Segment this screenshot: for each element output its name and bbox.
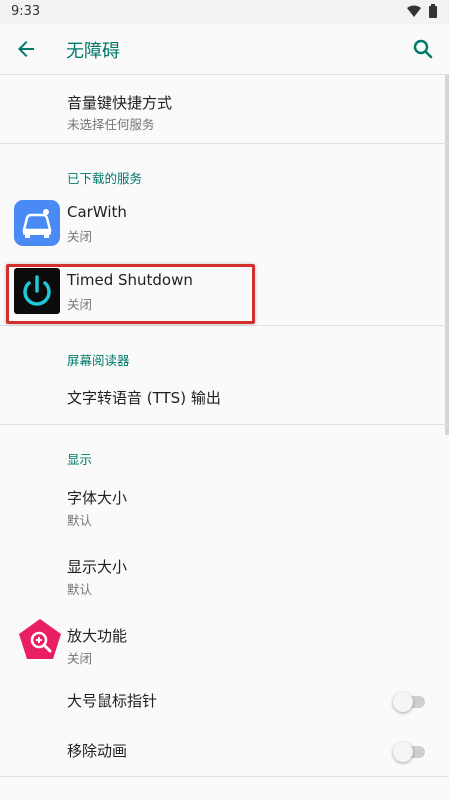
volume-shortcut-title: 音量键快捷方式 — [67, 94, 173, 112]
status-time: 9:33 — [11, 4, 41, 19]
status-icons — [407, 4, 437, 18]
search-icon[interactable] — [411, 37, 435, 61]
app-bar: 无障碍 — [0, 24, 449, 75]
magnification-title: 放大功能 — [67, 627, 128, 645]
wifi-icon — [407, 5, 421, 17]
remove-animations-title: 移除动画 — [67, 742, 128, 760]
carwith-subtitle: 关闭 — [67, 229, 93, 244]
screen-reader-label: 屏幕阅读器 — [67, 353, 130, 368]
page-title: 无障碍 — [66, 41, 120, 62]
display-size-title: 显示大小 — [67, 558, 128, 576]
magnification-item[interactable]: 放大功能 关闭 — [0, 607, 449, 676]
toggle-knob — [393, 742, 413, 762]
settings-list: 音量键快捷方式 未选择任何服务 已下载的服务 CarWith 关闭 Timed … — [0, 75, 449, 777]
toggle-knob — [393, 692, 413, 712]
display-header: 显示 — [0, 425, 449, 469]
battery-icon — [429, 4, 437, 18]
remove-animations-item[interactable]: 移除动画 — [0, 726, 449, 776]
status-bar: 9:33 — [0, 0, 449, 24]
back-arrow-icon[interactable] — [14, 37, 38, 61]
magnifier-icon — [19, 619, 61, 659]
downloaded-services-header: 已下载的服务 — [0, 144, 449, 189]
tts-item[interactable]: 文字转语音 (TTS) 输出 — [0, 368, 449, 424]
large-pointer-title: 大号鼠标指针 — [67, 692, 158, 710]
magnification-subtitle: 关闭 — [67, 651, 93, 666]
large-pointer-item[interactable]: 大号鼠标指针 — [0, 676, 449, 726]
carwith-item[interactable]: CarWith 关闭 — [0, 189, 449, 257]
volume-shortcut-subtitle: 未选择任何服务 — [67, 117, 155, 132]
volume-shortcut-item[interactable]: 音量键快捷方式 未选择任何服务 — [0, 75, 449, 143]
tts-title: 文字转语音 (TTS) 输出 — [67, 389, 221, 407]
carwith-title: CarWith — [67, 203, 127, 221]
screen-reader-header: 屏幕阅读器 — [0, 326, 449, 368]
remove-animations-toggle[interactable] — [393, 742, 425, 762]
display-size-subtitle: 默认 — [67, 582, 93, 597]
font-size-title: 字体大小 — [67, 489, 128, 507]
font-size-subtitle: 默认 — [67, 513, 93, 528]
downloaded-services-label: 已下载的服务 — [67, 171, 143, 186]
highlight-box — [6, 264, 255, 324]
display-size-item[interactable]: 显示大小 默认 — [0, 538, 449, 607]
font-size-item[interactable]: 字体大小 默认 — [0, 469, 449, 538]
divider — [0, 776, 449, 777]
large-pointer-toggle[interactable] — [393, 692, 425, 712]
carwith-app-icon — [14, 200, 60, 246]
display-label: 显示 — [67, 452, 93, 467]
